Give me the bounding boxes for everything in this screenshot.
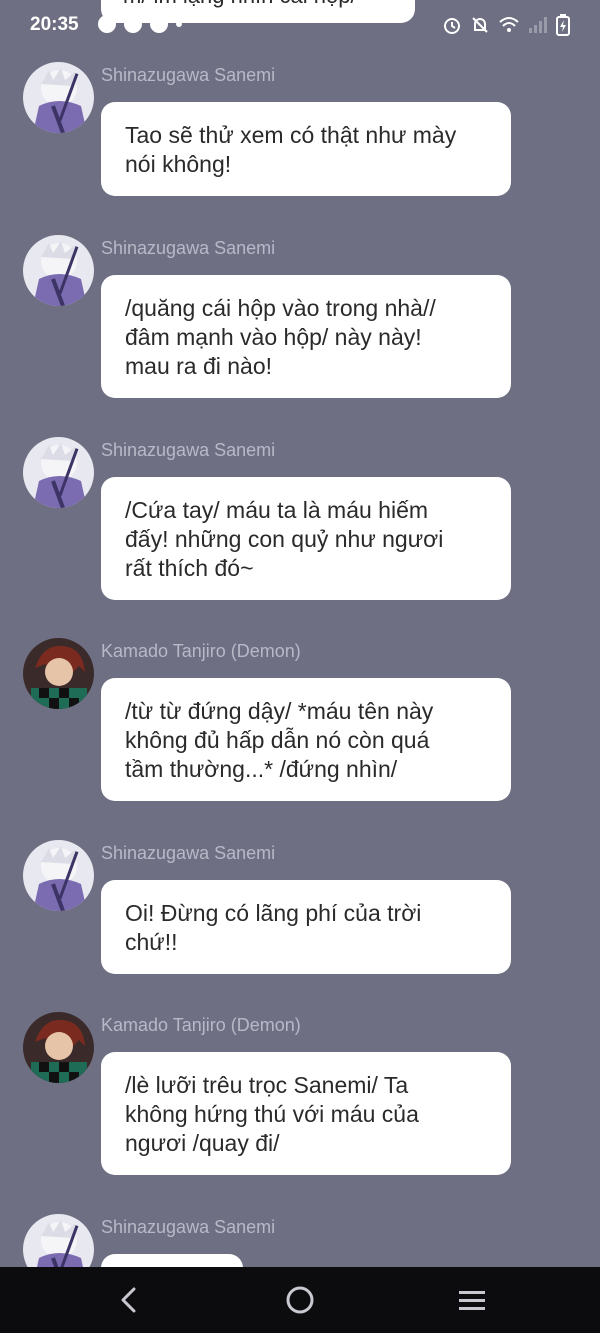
avatar[interactable] [23,62,94,133]
more-dot-icon [176,21,182,27]
app-icon [150,15,168,33]
message-bubble[interactable]: Oi! Đừng có lãng phí của trời chứ!! [101,880,511,974]
avatar[interactable] [23,437,94,508]
message-bubble[interactable]: /Cứa tay/ máu ta là máu hiếm đấy! những … [101,477,511,600]
wifi-icon [498,16,520,34]
avatar[interactable] [23,235,94,306]
app-icon [124,15,142,33]
status-time: 20:35 [30,14,79,35]
back-icon[interactable] [108,1283,148,1317]
sender-name: Shinazugawa Sanemi [101,65,276,85]
notification-icons [98,15,182,33]
signal-icon [528,16,548,34]
avatar[interactable] [23,840,94,911]
silent-icon [470,15,490,35]
alarm-icon [442,15,462,35]
sender-name: Shinazugawa Sanemi [101,1217,276,1237]
chat-screen: m/ im lặng nhìn cái hộp/ 20:35 [0,0,600,1333]
message-bubble[interactable]: /từ từ đứng dậy/ *máu tên này không đủ h… [101,678,511,801]
message-bubble[interactable]: /quăng cái hộp vào trong nhà// đâm mạnh … [101,275,511,398]
battery-icon [556,14,570,36]
sender-name: Kamado Tanjiro (Demon) [101,641,301,661]
sender-name: Shinazugawa Sanemi [101,440,276,460]
home-icon[interactable] [280,1283,320,1317]
system-icons [442,14,570,36]
navigation-bar [0,1267,600,1333]
spotify-icon [98,15,116,33]
sender-name: Shinazugawa Sanemi [101,238,276,258]
message-bubble[interactable]: /lè lưỡi trêu trọc Sanemi/ Ta không hứng… [101,1052,511,1175]
status-bar: 20:35 [0,0,600,52]
avatar[interactable] [23,638,94,709]
avatar[interactable] [23,1012,94,1083]
sender-name: Kamado Tanjiro (Demon) [101,1015,301,1035]
message-bubble[interactable]: Tao sẽ thử xem có thật như mày nói không… [101,102,511,196]
menu-icon[interactable] [452,1283,492,1317]
sender-name: Shinazugawa Sanemi [101,843,276,863]
